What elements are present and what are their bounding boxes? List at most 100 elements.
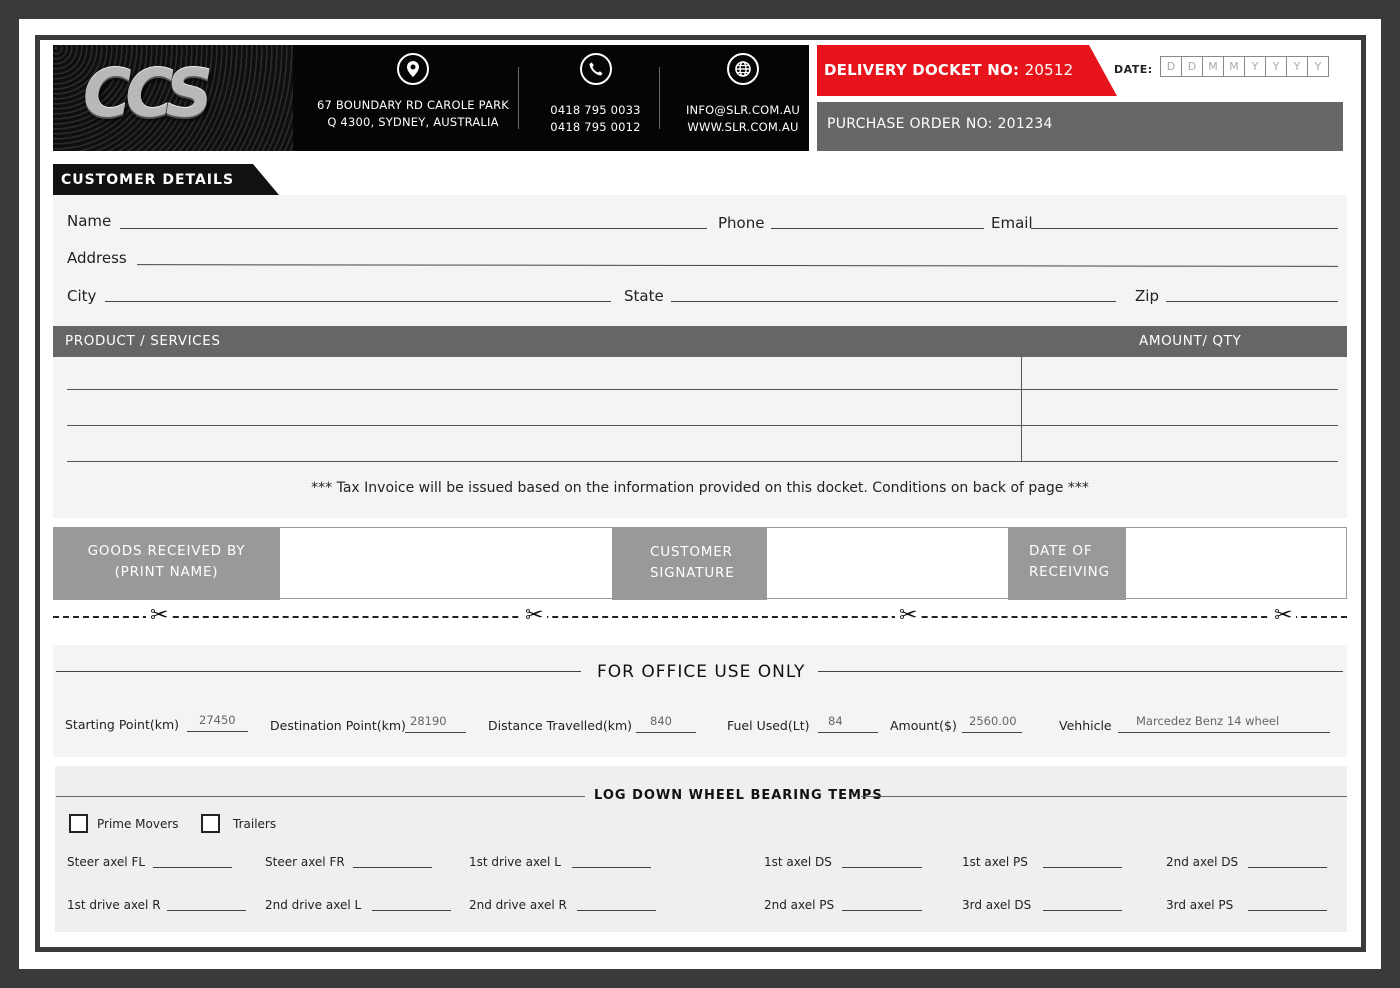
location-pin-icon (397, 53, 429, 85)
city-field[interactable] (105, 301, 611, 302)
wheel-temp-field[interactable] (1248, 867, 1327, 868)
amount-line (962, 732, 1022, 733)
distance-travelled-label: Distance Travelled(km) (488, 718, 633, 733)
wheel-temp-field[interactable] (167, 910, 246, 911)
date-boxes[interactable]: DDMMYYYY (1160, 56, 1329, 77)
wheel-field-label: 1st drive axel R (67, 898, 161, 912)
date-of-receiving-label: DATE OF RECEIVING (1008, 527, 1126, 600)
amount-label: Amount($) (890, 718, 957, 733)
city-label: City (67, 287, 97, 305)
date-receiving-line1: DATE OF (1029, 543, 1093, 559)
address-label: Address (67, 249, 127, 267)
starting-point-value[interactable]: 27450 (199, 713, 236, 727)
email-address: INFO@SLR.COM.AU (685, 103, 801, 117)
starting-point-label: Starting Point(km) (65, 717, 180, 732)
trailers-checkbox[interactable] (201, 814, 220, 833)
phone-field[interactable] (771, 228, 984, 229)
vehicle-label: Vehhicle (1059, 718, 1112, 733)
cut-line (53, 616, 1347, 618)
po-number: 201234 (997, 116, 1053, 132)
address-line-2: Q 4300, SYDNEY, AUSTRALIA (327, 115, 499, 129)
received-by-name-field[interactable] (280, 528, 612, 598)
wheel-field-label: 2nd drive axel L (265, 898, 362, 912)
date-digit-box[interactable]: D (1160, 56, 1182, 77)
scissors-icon: ✂ (521, 604, 548, 628)
name-label: Name (67, 212, 112, 230)
wheel-field-label: Steer axel FR (265, 855, 345, 869)
office-title-rule (56, 671, 581, 672)
docket-label: DELIVERY DOCKET NO: (824, 61, 1020, 79)
zip-label: Zip (1135, 287, 1159, 305)
address-line-1: 67 BOUNDARY RD CAROLE PARK (316, 98, 510, 112)
wheel-temp-field[interactable] (1248, 910, 1327, 911)
wheel-temp-field[interactable] (353, 867, 432, 868)
docket-number-banner: DELIVERY DOCKET NO: 20512 (817, 45, 1117, 96)
products-header: PRODUCT / SERVICES AMOUNT/ QTY (53, 326, 1347, 357)
date-digit-box[interactable]: Y (1286, 56, 1308, 77)
purchase-order-bar: PURCHASE ORDER NO: 201234 (817, 102, 1343, 151)
destination-point-line (405, 732, 466, 733)
customer-signature-field[interactable] (767, 528, 1008, 598)
wheel-temp-field[interactable] (842, 910, 922, 911)
website-address: WWW.SLR.COM.AU (687, 120, 799, 134)
tax-invoice-note: *** Tax Invoice will be issued based on … (311, 480, 1089, 496)
product-row-line[interactable] (67, 461, 1338, 462)
fuel-used-value[interactable]: 84 (828, 714, 843, 728)
distance-travelled-value[interactable]: 840 (650, 714, 672, 728)
wheel-field-label: 3rd axel DS (962, 898, 1032, 912)
wheel-field-label: 2nd axel DS (1166, 855, 1239, 869)
scissors-icon: ✂ (895, 604, 922, 628)
office-use-title: FOR OFFICE USE ONLY (597, 662, 806, 682)
goods-received-line1: GOODS RECEIVED BY (87, 543, 246, 559)
wheel-temp-field[interactable] (153, 867, 232, 868)
wheel-title-rule (56, 796, 585, 797)
date-digit-box[interactable]: M (1223, 56, 1245, 77)
phone-block: 0418 795 0033 0418 795 0012 (533, 45, 658, 151)
trailers-label: Trailers (233, 817, 277, 831)
date-digit-box[interactable]: Y (1265, 56, 1287, 77)
vehicle-value[interactable]: Marcedez Benz 14 wheel (1136, 714, 1279, 728)
date-digit-box[interactable]: M (1202, 56, 1224, 77)
destination-point-label: Destination Point(km) (270, 718, 406, 733)
date-digit-box[interactable]: Y (1307, 56, 1329, 77)
scissors-icon: ✂ (1270, 604, 1297, 628)
date-digit-box[interactable]: D (1181, 56, 1203, 77)
product-row-line[interactable] (67, 389, 1338, 390)
destination-point-value[interactable]: 28190 (410, 714, 447, 728)
wheel-bearing-title: LOG DOWN WHEEL BEARING TEMPS (594, 788, 883, 803)
wheel-field-label: 2nd drive axel R (469, 898, 567, 912)
name-field[interactable] (120, 228, 707, 229)
date-of-receiving-field[interactable] (1126, 528, 1346, 598)
customer-signature-label: CUSTOMER SIGNATURE (612, 527, 767, 600)
wheel-temp-field[interactable] (572, 867, 651, 868)
wheel-temp-field[interactable] (1043, 867, 1122, 868)
fuel-used-label: Fuel Used(Lt) (727, 718, 810, 733)
signoff-row: GOODS RECEIVED BY (PRINT NAME) CUSTOMER … (53, 527, 1347, 600)
wheel-temp-field[interactable] (577, 910, 656, 911)
wheel-temp-field[interactable] (372, 910, 451, 911)
customer-details-tab: CUSTOMER DETAILS (53, 164, 279, 195)
product-row-line[interactable] (67, 425, 1338, 426)
amount-value[interactable]: 2560.00 (969, 714, 1017, 728)
date-digit-box[interactable]: Y (1244, 56, 1266, 77)
phone-label: Phone (718, 214, 765, 232)
prime-movers-label: Prime Movers (97, 817, 179, 831)
logo-text: CCS (83, 55, 213, 132)
contact-divider (518, 67, 519, 129)
contact-divider (659, 67, 660, 129)
wheel-temp-field[interactable] (1043, 910, 1122, 911)
phone-icon (579, 53, 612, 85)
goods-received-line2: (PRINT NAME) (114, 564, 219, 580)
date-label: DATE: (1114, 63, 1153, 76)
scissors-icon: ✂ (146, 604, 173, 628)
wheel-temp-field[interactable] (842, 867, 922, 868)
state-field[interactable] (671, 301, 1116, 302)
wheel-field-label: 2nd axel PS (764, 898, 835, 912)
email-field[interactable] (1031, 228, 1338, 229)
wheel-field-label: 1st axel PS (962, 855, 1028, 869)
signature-line1: CUSTOMER (650, 544, 733, 560)
wheel-field-label: 3rd axel PS (1166, 898, 1234, 912)
zip-field[interactable] (1166, 301, 1338, 302)
prime-movers-checkbox[interactable] (69, 814, 88, 833)
globe-icon (727, 53, 759, 85)
